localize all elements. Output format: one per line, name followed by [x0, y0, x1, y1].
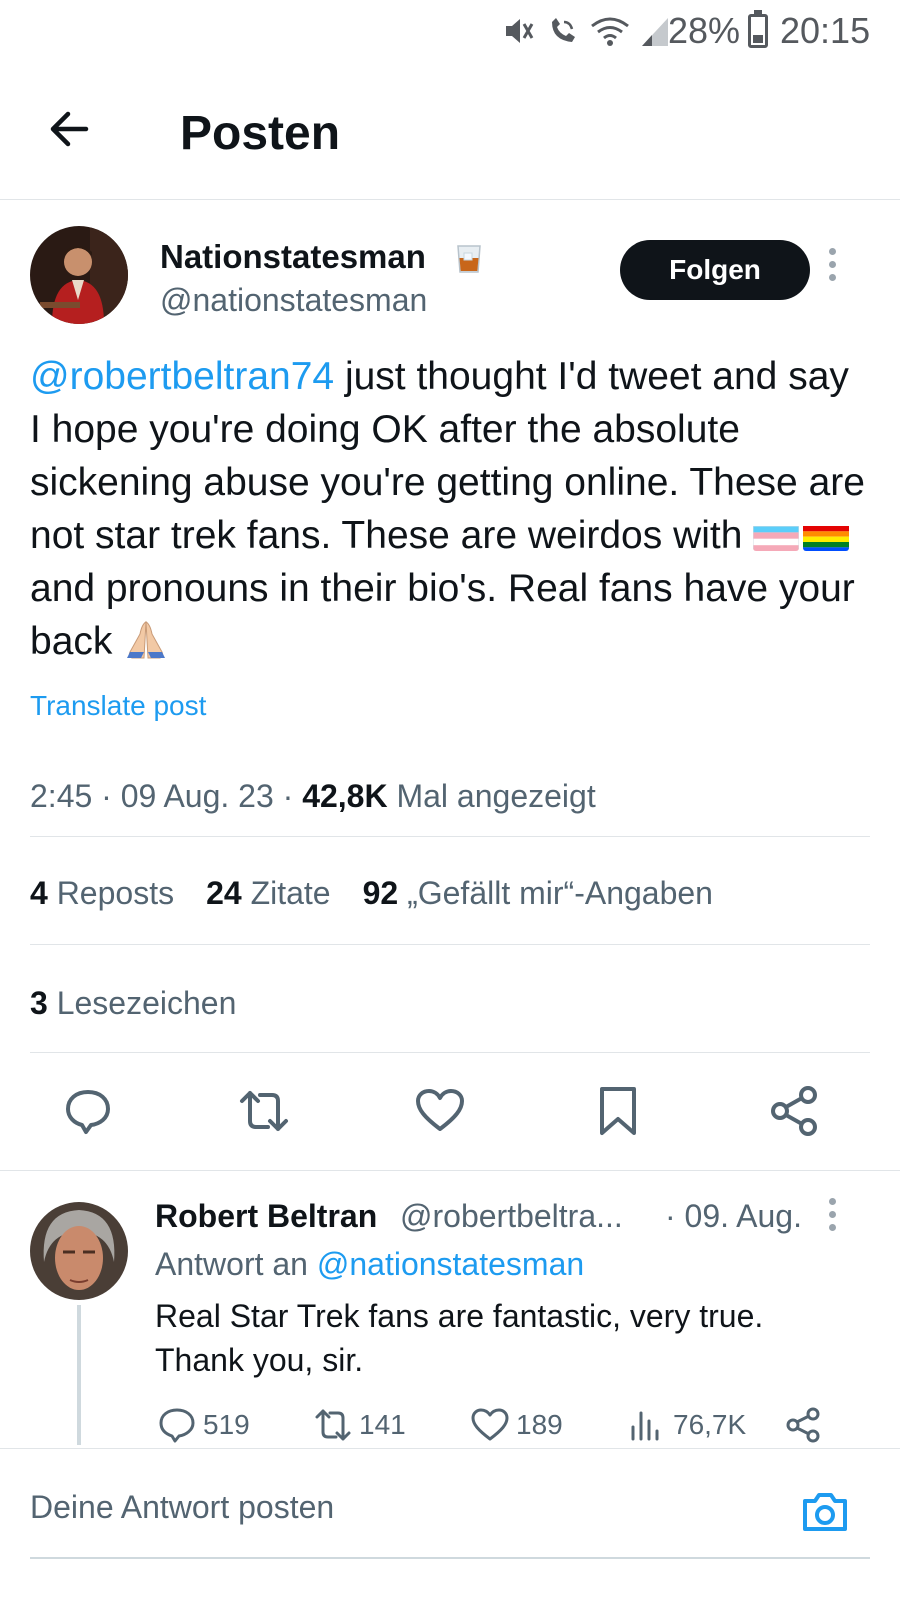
composer-underline: [30, 1557, 870, 1559]
top-app-bar: Posten: [0, 64, 900, 200]
reply-action-bar: 519 141 189 76,7K: [155, 1405, 855, 1445]
reply-text: Real Star Trek fans are fantastic, very …: [155, 1298, 764, 1378]
status-icons: [502, 14, 670, 48]
follow-button[interactable]: Folgen: [620, 240, 810, 300]
reply-reposts[interactable]: 141: [313, 1405, 406, 1445]
repost-icon: [315, 1409, 351, 1441]
like-icon: [471, 1408, 509, 1441]
reply-replies[interactable]: 519: [157, 1405, 250, 1445]
post-text: @robertbeltran74 just thought I'd tweet …: [30, 350, 870, 668]
reply-icon: [159, 1408, 195, 1443]
rainbow-flag-icon: [803, 519, 850, 551]
whisky-glass-icon: [457, 245, 481, 273]
views-label: Mal angezeigt: [396, 778, 596, 814]
reply-likes[interactable]: 189: [470, 1405, 563, 1445]
reply-share[interactable]: [783, 1405, 823, 1445]
camera-icon: [803, 1493, 847, 1531]
engagement-stats: 4 Reposts 24 Zitate 92 „Gefällt mir“-Ang…: [30, 875, 713, 912]
divider: [30, 836, 870, 837]
bookmark-icon[interactable]: [592, 1085, 644, 1137]
camera-button[interactable]: [800, 1487, 850, 1537]
status-bar: 28% 20:15: [0, 0, 900, 64]
views-count[interactable]: 42,8K: [302, 778, 387, 814]
reply-composer: [0, 1448, 900, 1600]
views-icon: [631, 1411, 659, 1441]
divider: [30, 944, 870, 945]
reply-more-options-icon[interactable]: [826, 1198, 838, 1234]
repost-icon[interactable]: [238, 1085, 290, 1137]
reply-author-avatar[interactable]: [30, 1202, 128, 1300]
bookmarks-stat[interactable]: 3 Lesezeichen: [30, 985, 236, 1022]
mention-link[interactable]: @robertbeltran74: [30, 355, 334, 398]
divider: [30, 1052, 870, 1053]
reply-author-handle[interactable]: @robertbeltra...: [400, 1198, 623, 1235]
reply-to-line: Antwort an @nationstatesman: [155, 1246, 585, 1282]
author-name[interactable]: Nationstatesman: [160, 238, 426, 276]
cell-signal-icon: [642, 18, 668, 46]
reply-author-name[interactable]: Robert Beltran: [155, 1198, 377, 1235]
battery-icon: [748, 10, 768, 48]
thread-line: [77, 1305, 81, 1445]
reply-views[interactable]: 76,7K: [627, 1405, 746, 1445]
author-handle[interactable]: @nationstatesman: [160, 282, 427, 319]
post-time: 2:45: [30, 778, 93, 814]
reposts-stat[interactable]: 4 Reposts: [30, 875, 174, 912]
reply-icon[interactable]: [62, 1085, 114, 1137]
wifi-icon: [591, 17, 629, 46]
likes-stat[interactable]: 92 „Gefällt mir“-Angaben: [363, 875, 713, 912]
battery-percent: 28%: [668, 10, 741, 51]
arrow-left-icon: [50, 111, 89, 147]
clock: 20:15: [780, 10, 871, 51]
page-title: Posten: [180, 107, 341, 160]
mute-vibrate-icon: [506, 19, 534, 43]
share-icon: [786, 1407, 820, 1443]
post-meta: 2:45 · 09 Aug. 23 · 42,8K Mal angezeigt: [30, 778, 596, 814]
reply-input[interactable]: [30, 1489, 730, 1526]
author-avatar[interactable]: [30, 226, 128, 324]
share-icon[interactable]: [768, 1085, 820, 1137]
back-button[interactable]: [46, 104, 96, 154]
translate-post-link[interactable]: Translate post: [30, 690, 206, 722]
like-icon[interactable]: [414, 1085, 466, 1137]
wifi-calling-icon: [552, 18, 575, 42]
more-options-icon[interactable]: [826, 248, 838, 284]
folded-hands-icon: [123, 618, 169, 660]
divider: [0, 1170, 900, 1171]
quotes-stat[interactable]: 24 Zitate: [206, 875, 331, 912]
post-date: 09 Aug. 23: [120, 778, 274, 814]
reply-date: · 09. Aug.: [665, 1198, 802, 1234]
reply-to-mention[interactable]: @nationstatesman: [317, 1246, 584, 1282]
transgender-flag-icon: [753, 519, 800, 551]
post-action-bar: [0, 1085, 900, 1145]
